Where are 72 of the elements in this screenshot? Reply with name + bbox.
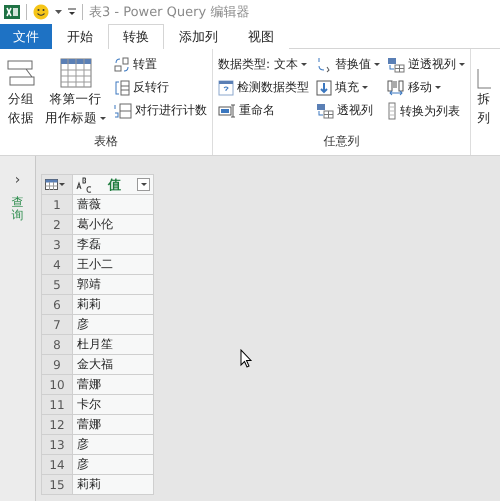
row-number: 9 bbox=[42, 354, 72, 374]
ribbon-button[interactable]: 拆 列 bbox=[475, 55, 493, 129]
table-cell: 莉莉 bbox=[72, 294, 154, 314]
row-number: 1 bbox=[42, 194, 72, 214]
row-number: 11 bbox=[42, 394, 72, 414]
ribbon-button[interactable]: 逆透视列 bbox=[386, 55, 466, 74]
ribbon-button[interactable]: 转置 bbox=[113, 55, 208, 74]
replace-icon bbox=[316, 56, 332, 72]
row-number: 4 bbox=[42, 254, 72, 274]
ribbon-button[interactable]: 重命名 bbox=[217, 101, 310, 120]
table-cell: 金大福 bbox=[72, 354, 154, 374]
table-cell: 李磊 bbox=[72, 234, 154, 254]
excel-icon[interactable] bbox=[4, 4, 20, 20]
row-number: 12 bbox=[42, 414, 72, 434]
group-label: 任意列 bbox=[324, 134, 360, 148]
table-cell: 蕾娜 bbox=[72, 374, 154, 394]
row-number: 7 bbox=[42, 314, 72, 334]
table-cell: 卡尔 bbox=[72, 394, 154, 414]
ribbon-button[interactable]: 移动 bbox=[386, 78, 466, 97]
ribbon-button[interactable]: 分组 依据 bbox=[4, 55, 38, 129]
table-cell: 郭靖 bbox=[72, 274, 154, 294]
group-label: 表格 bbox=[94, 134, 118, 148]
table-cell: 葛小伦 bbox=[72, 214, 154, 234]
list-icon bbox=[387, 102, 397, 120]
split-icon bbox=[477, 69, 491, 89]
row-number: 10 bbox=[42, 374, 72, 394]
detect-icon bbox=[218, 80, 234, 96]
table-icon bbox=[60, 57, 92, 89]
row-number: 15 bbox=[42, 474, 72, 494]
queries-label[interactable]: 查询 bbox=[12, 196, 24, 222]
table-cell: 王小二 bbox=[72, 254, 154, 274]
ribbon-button[interactable]: 对行进行计数 bbox=[113, 101, 208, 120]
row-number: 8 bbox=[42, 334, 72, 354]
table-cell: 蔷薇 bbox=[72, 194, 154, 214]
customize-icon[interactable] bbox=[68, 8, 76, 16]
cursor-icon bbox=[240, 349, 252, 368]
reverse-icon bbox=[114, 80, 130, 96]
ribbon-button[interactable]: 检测数据类型 bbox=[217, 78, 310, 97]
ribbon-button[interactable]: 反转行 bbox=[113, 78, 208, 97]
ribbon-button[interactable]: 透视列 bbox=[315, 101, 381, 120]
ribbon-button[interactable]: 转换为列表 bbox=[386, 101, 466, 121]
count-icon bbox=[114, 102, 132, 118]
table-cell: 彦 bbox=[72, 454, 154, 474]
smiley-icon[interactable] bbox=[33, 4, 49, 20]
table-cell: 杜月笙 bbox=[72, 334, 154, 354]
fill-icon bbox=[316, 80, 332, 96]
pivot-icon bbox=[387, 56, 405, 72]
rename-icon bbox=[218, 102, 236, 118]
row-number: 14 bbox=[42, 454, 72, 474]
row-number: 3 bbox=[42, 234, 72, 254]
move-icon bbox=[387, 80, 405, 96]
ribbon-button[interactable]: 数据类型: 文本 bbox=[217, 55, 310, 74]
filter-button[interactable] bbox=[137, 178, 150, 191]
row-number: 6 bbox=[42, 294, 72, 314]
caret-icon[interactable] bbox=[55, 10, 62, 14]
expand-button[interactable]: › bbox=[14, 172, 20, 188]
ribbon-tab[interactable]: 转换 bbox=[108, 24, 164, 49]
ribbon-button[interactable]: 替换值 bbox=[315, 55, 381, 74]
pivot-icon bbox=[316, 102, 334, 118]
text-type-icon[interactable] bbox=[76, 176, 92, 192]
row-number: 13 bbox=[42, 434, 72, 454]
table-cell: 彦 bbox=[72, 314, 154, 334]
file-tab[interactable]: 文件 bbox=[0, 24, 52, 49]
row-number: 5 bbox=[42, 274, 72, 294]
row-number: 2 bbox=[42, 214, 72, 234]
table-cell: 彦 bbox=[72, 434, 154, 454]
transpose-icon bbox=[114, 56, 130, 72]
ribbon-button[interactable]: 将第一行 用作标题 bbox=[43, 55, 108, 129]
ribbon-button[interactable]: 填充 bbox=[315, 78, 381, 97]
window-title: 表3 - Power Query 编辑器 bbox=[89, 4, 250, 21]
table-cell: 莉莉 bbox=[72, 474, 154, 494]
table-cell: 蕾娜 bbox=[72, 414, 154, 434]
